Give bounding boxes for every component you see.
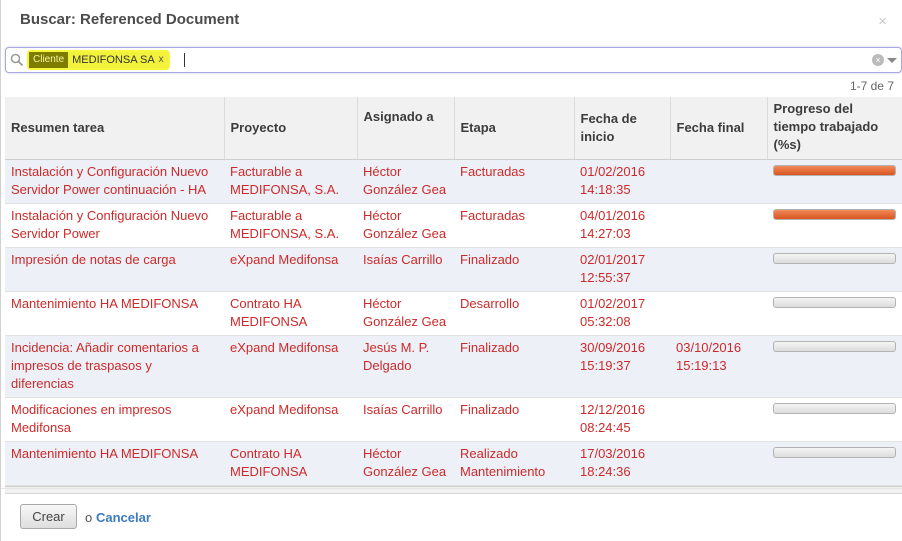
table-header-row: Resumen tarea Proyecto Asignado a Etapa … bbox=[5, 97, 902, 160]
table-body: Instalación y Configuración Nuevo Servid… bbox=[5, 159, 902, 486]
clear-search-icon[interactable]: × bbox=[872, 54, 884, 66]
cell-summary: Mantenimiento HA MEDIFONSA bbox=[5, 441, 224, 486]
cell-project: eXpand Medifonsa bbox=[224, 335, 357, 398]
cell-progress bbox=[767, 441, 902, 486]
cell-progress bbox=[767, 203, 902, 248]
close-icon[interactable]: × bbox=[878, 14, 887, 29]
cell-summary: Mantenimiento HA MEDIFONSA bbox=[5, 291, 224, 336]
cell-stage: Facturadas bbox=[454, 203, 574, 248]
dialog-header: Buscar: Referenced Document × bbox=[1, 0, 902, 44]
table-row[interactable]: Mantenimiento HA MEDIFONSA Contrato HA ME… bbox=[5, 291, 902, 336]
cell-start-date: 01/02/2016 14:18:35 bbox=[574, 159, 670, 204]
column-header-end-date[interactable]: Fecha final bbox=[670, 97, 768, 160]
table-row[interactable]: Mantenimiento HA MEDIFONSA Contrato HA ME… bbox=[5, 441, 902, 486]
cell-stage: Finalizado bbox=[454, 397, 574, 442]
cell-stage: Finalizado bbox=[454, 247, 574, 292]
column-header-progress[interactable]: Progreso del tiempo trabajado (%s) bbox=[767, 97, 902, 160]
table-row[interactable]: Instalación y Configuración Nuevo Servid… bbox=[5, 203, 902, 248]
cell-start-date: 30/09/2016 15:19:37 bbox=[574, 335, 670, 398]
cell-project: Facturable a MEDIFONSA, S.A. bbox=[224, 203, 357, 248]
progress-bar bbox=[773, 252, 896, 264]
progress-bar bbox=[773, 402, 896, 414]
progress-bar bbox=[773, 164, 896, 176]
cell-progress bbox=[767, 291, 902, 336]
cell-stage: Desarrollo bbox=[454, 291, 574, 336]
create-button[interactable]: Crear bbox=[20, 504, 77, 529]
column-header-stage[interactable]: Etapa bbox=[454, 97, 575, 160]
search-dialog: Buscar: Referenced Document × Cliente ME… bbox=[0, 0, 902, 541]
facet-remove-icon[interactable]: x bbox=[157, 52, 168, 68]
progress-bar bbox=[773, 296, 896, 308]
cell-summary: Impresión de notas de carga bbox=[5, 247, 224, 292]
search-facet[interactable]: Cliente MEDIFONSA SA x bbox=[29, 52, 168, 68]
table-row[interactable]: Modificaciones en impresos Medifonsa eXpa… bbox=[5, 397, 902, 442]
cell-project: eXpand Medifonsa bbox=[224, 247, 357, 292]
cell-assigned: Jesús M. P. Delgado bbox=[357, 335, 454, 398]
cell-assigned: Isaías Carrillo bbox=[357, 247, 454, 292]
facet-value: MEDIFONSA SA bbox=[68, 52, 158, 68]
column-header-start-date[interactable]: Fecha de inicio bbox=[574, 97, 671, 160]
cell-progress bbox=[767, 247, 902, 292]
cell-end-date bbox=[670, 203, 767, 248]
cell-end-date bbox=[670, 441, 767, 486]
progress-bar bbox=[773, 446, 896, 458]
cell-assigned: Héctor González Gea bbox=[357, 203, 454, 248]
cell-project: Contrato HA MEDIFONSA bbox=[224, 441, 357, 486]
cell-end-date bbox=[670, 247, 767, 292]
table-row[interactable]: Impresión de notas de carga eXpand Medifo… bbox=[5, 247, 902, 292]
cell-summary: Instalación y Configuración Nuevo Servid… bbox=[5, 159, 224, 204]
search-input[interactable] bbox=[181, 51, 861, 69]
table-row[interactable]: Incidencia: Añadir comentarios a impreso… bbox=[5, 335, 902, 398]
footer-divider bbox=[1, 488, 902, 489]
search-options-dropdown-icon[interactable] bbox=[887, 58, 897, 63]
facet-category: Cliente bbox=[29, 52, 69, 68]
cell-summary: Incidencia: Añadir comentarios a impreso… bbox=[5, 335, 224, 398]
cell-end-date bbox=[670, 291, 767, 336]
cell-project: Facturable a MEDIFONSA, S.A. bbox=[224, 159, 357, 204]
cell-project: eXpand Medifonsa bbox=[224, 397, 357, 442]
cell-start-date: 01/02/2017 05:32:08 bbox=[574, 291, 670, 336]
cell-progress bbox=[767, 397, 902, 442]
or-label: o bbox=[85, 510, 93, 525]
search-icon bbox=[10, 53, 24, 67]
results-grid: Resumen tarea Proyecto Asignado a Etapa … bbox=[5, 97, 902, 494]
grid-footer bbox=[5, 485, 902, 494]
pager-counter: 1-7 de 7 bbox=[849, 79, 894, 93]
cell-start-date: 02/01/2017 12:55:37 bbox=[574, 247, 670, 292]
cell-start-date: 04/01/2016 14:27:03 bbox=[574, 203, 670, 248]
cell-end-date bbox=[670, 397, 767, 442]
dialog-title: Buscar: Referenced Document bbox=[20, 11, 240, 28]
cell-stage: Facturadas bbox=[454, 159, 574, 204]
results-table: Resumen tarea Proyecto Asignado a Etapa … bbox=[5, 97, 902, 486]
table-row[interactable]: Instalación y Configuración Nuevo Servid… bbox=[5, 159, 902, 204]
progress-bar bbox=[773, 340, 896, 352]
column-header-project[interactable]: Proyecto bbox=[224, 97, 358, 160]
progress-bar bbox=[773, 208, 896, 220]
cell-stage: Finalizado bbox=[454, 335, 574, 398]
cell-assigned: Héctor González Gea bbox=[357, 291, 454, 336]
progress-bar-fill bbox=[774, 165, 895, 175]
cell-project: Contrato HA MEDIFONSA bbox=[224, 291, 357, 336]
cell-stage: Realizado Mantenimiento bbox=[454, 441, 574, 486]
cell-assigned: Héctor González Gea bbox=[357, 159, 454, 204]
search-bar[interactable]: Cliente MEDIFONSA SA x × bbox=[5, 47, 902, 73]
progress-bar-fill bbox=[774, 209, 895, 219]
cell-start-date: 17/03/2016 18:24:36 bbox=[574, 441, 670, 486]
cell-progress bbox=[767, 159, 902, 204]
cell-end-date bbox=[670, 159, 767, 204]
column-header-summary[interactable]: Resumen tarea bbox=[5, 97, 225, 160]
cell-progress bbox=[767, 335, 902, 398]
cell-assigned: Isaías Carrillo bbox=[357, 397, 454, 442]
cancel-link[interactable]: Cancelar bbox=[96, 510, 151, 525]
cell-start-date: 12/12/2016 08:24:45 bbox=[574, 397, 670, 442]
cell-summary: Instalación y Configuración Nuevo Servid… bbox=[5, 203, 224, 248]
column-header-assigned[interactable]: Asignado a bbox=[357, 97, 455, 160]
cell-summary: Modificaciones en impresos Medifonsa bbox=[5, 397, 224, 442]
text-cursor bbox=[184, 53, 185, 67]
cell-assigned: Héctor González Gea bbox=[357, 441, 454, 486]
cell-end-date: 03/10/2016 15:19:13 bbox=[670, 335, 767, 398]
